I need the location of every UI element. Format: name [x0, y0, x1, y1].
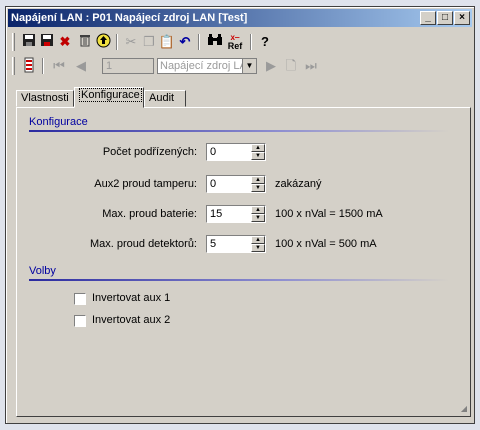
toolbar-separator: [198, 34, 200, 50]
record-selector-value: Napájecí zdroj LA: [160, 60, 247, 72]
toolbar-separator: [116, 34, 118, 50]
spin-down-icon[interactable]: ▼: [251, 244, 265, 252]
record-list-icon[interactable]: [20, 57, 38, 75]
toolbar-separator: [250, 34, 252, 50]
tab-label: Audit: [149, 92, 175, 104]
toolbar-separator: [42, 58, 44, 74]
last-record-icon[interactable]: ⏭: [302, 57, 320, 75]
aux2-note: zakázaný: [275, 178, 322, 190]
maximize-button[interactable]: □: [437, 11, 453, 25]
spin-down-icon[interactable]: ▼: [251, 214, 265, 222]
dialog-window: Napájení LAN : P01 Napájecí zdroj LAN [T…: [5, 6, 475, 424]
record-selector[interactable]: Napájecí zdroj LA ▼: [157, 58, 257, 74]
title-bar[interactable]: Napájení LAN : P01 Napájecí zdroj LAN [T…: [8, 9, 472, 27]
chevron-down-icon[interactable]: ▼: [242, 59, 256, 73]
detectors-note: 100 x nVal = 500 mA: [275, 238, 377, 250]
battery-value: 15: [210, 208, 223, 220]
record-number-field[interactable]: 1: [102, 58, 154, 74]
detectors-spinner[interactable]: 5 ▲ ▼: [206, 235, 266, 253]
previous-record-icon[interactable]: ◀: [72, 57, 90, 75]
invert-aux1-checkbox[interactable]: [74, 293, 86, 305]
help-icon[interactable]: ?: [256, 33, 274, 51]
trash-icon[interactable]: [76, 33, 94, 51]
section-volby: Volby: [29, 265, 449, 281]
delete-icon[interactable]: ✖: [56, 33, 74, 51]
resize-grip[interactable]: ◢: [461, 404, 467, 413]
spin-down-icon[interactable]: ▼: [251, 152, 265, 160]
toolbar-grip[interactable]: [12, 57, 15, 75]
aux2-value: 0: [210, 178, 217, 190]
field-label-aux2: Aux2 proud tamperu:: [94, 178, 197, 190]
save-icon[interactable]: [20, 33, 38, 51]
close-button[interactable]: ×: [454, 11, 470, 25]
window-title: Napájení LAN : P01 Napájecí zdroj LAN [T…: [11, 12, 248, 24]
paste-icon[interactable]: 📋: [158, 33, 176, 51]
tab-label: Vlastnosti: [21, 92, 69, 104]
toolbar-grip[interactable]: [12, 33, 15, 51]
reference-icon[interactable]: x‒ Ref: [226, 33, 244, 51]
spin-up-icon[interactable]: ▲: [251, 176, 265, 184]
slaves-value: 0: [210, 146, 217, 158]
spin-up-icon[interactable]: ▲: [251, 236, 265, 244]
tab-panel: Konfigurace Počet podřízených: 0 ▲ ▼ Aux2…: [16, 107, 471, 417]
cut-icon[interactable]: ✂: [122, 33, 140, 51]
field-label-slaves: Počet podřízených:: [102, 146, 197, 158]
save-as-icon[interactable]: [38, 33, 56, 51]
section-heading: Volby: [29, 265, 56, 277]
battery-note: 100 x nVal = 1500 mA: [275, 208, 383, 220]
ref-label: Ref: [227, 41, 243, 51]
field-label-detectors: Max. proud detektorů:: [89, 238, 197, 250]
upload-icon[interactable]: [94, 33, 112, 51]
invert-aux1-label[interactable]: Invertovat aux 1: [92, 292, 170, 304]
slaves-spinner[interactable]: 0 ▲ ▼: [206, 143, 266, 161]
invert-aux2-checkbox[interactable]: [74, 315, 86, 327]
spin-down-icon[interactable]: ▼: [251, 184, 265, 192]
section-divider: [29, 130, 449, 132]
detectors-value: 5: [210, 238, 217, 250]
battery-spinner[interactable]: 15 ▲ ▼: [206, 205, 266, 223]
section-konfigurace: Konfigurace: [29, 116, 449, 132]
copy-icon[interactable]: ❐: [140, 33, 158, 51]
undo-icon[interactable]: ↶: [176, 33, 194, 51]
aux2-spinner[interactable]: 0 ▲ ▼: [206, 175, 266, 193]
find-icon[interactable]: [206, 33, 224, 51]
new-record-icon[interactable]: 🗋: [282, 57, 300, 75]
main-toolbar: ✖ ✂ ❐ 📋 ↶ x‒ Ref ?: [10, 31, 470, 53]
minimize-button[interactable]: _: [420, 11, 436, 25]
first-record-icon[interactable]: ⏮: [50, 57, 68, 75]
invert-aux2-label[interactable]: Invertovat aux 2: [92, 314, 170, 326]
spin-up-icon[interactable]: ▲: [251, 144, 265, 152]
section-heading: Konfigurace: [29, 116, 88, 128]
tab-konfigurace[interactable]: Konfigurace: [74, 87, 144, 108]
tab-audit[interactable]: Audit: [144, 90, 186, 107]
spin-up-icon[interactable]: ▲: [251, 206, 265, 214]
field-label-battery: Max. proud baterie:: [102, 208, 197, 220]
next-record-icon[interactable]: ▶: [262, 57, 280, 75]
section-divider: [29, 279, 449, 281]
tab-vlastnosti[interactable]: Vlastnosti: [16, 90, 74, 107]
tab-label: Konfigurace: [79, 88, 142, 102]
navigation-toolbar: ⏮ ◀ 1 Napájecí zdroj LA ▼ ▶ 🗋 ⏭: [10, 55, 470, 77]
